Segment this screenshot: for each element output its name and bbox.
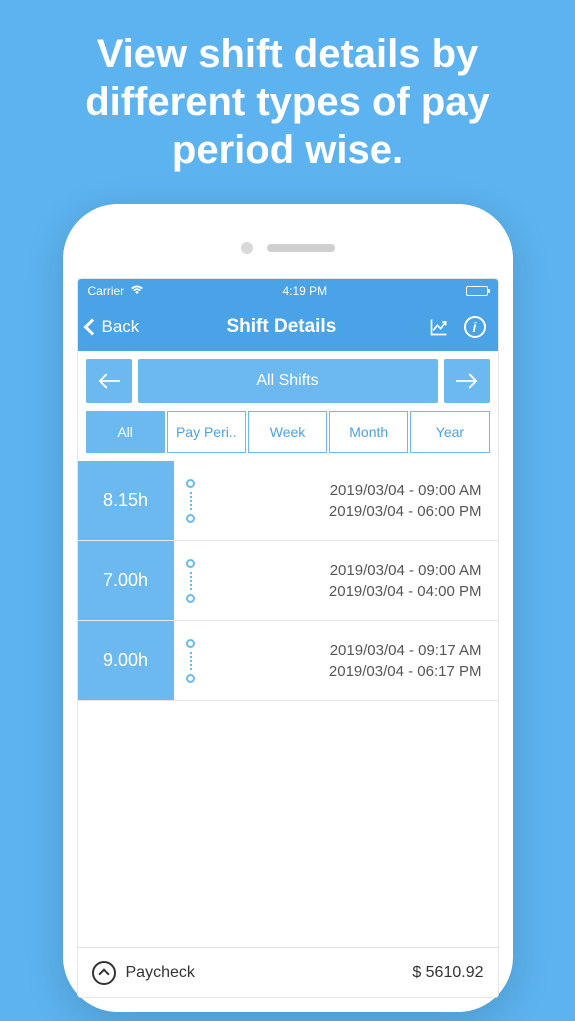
shift-times: 2019/03/04 - 09:17 AM 2019/03/04 - 06:17… xyxy=(208,621,498,700)
footer-bar[interactable]: Paycheck $ 5610.92 xyxy=(78,947,498,997)
shift-row[interactable]: 7.00h 2019/03/04 - 09:00 AM 2019/03/04 -… xyxy=(78,541,498,621)
screen: Carrier 4:19 PM Back Shift Details i xyxy=(77,278,499,998)
page-title: Shift Details xyxy=(145,316,417,338)
footer-amount: $ 5610.92 xyxy=(412,964,483,982)
shift-hours: 7.00h xyxy=(78,541,174,620)
timeline-icon xyxy=(174,461,208,540)
shift-row[interactable]: 9.00h 2019/03/04 - 09:17 AM 2019/03/04 -… xyxy=(78,621,498,701)
shift-end: 2019/03/04 - 04:00 PM xyxy=(329,583,482,600)
next-button[interactable] xyxy=(444,359,490,403)
tab-pay-period[interactable]: Pay Peri.. xyxy=(167,411,246,453)
shift-times: 2019/03/04 - 09:00 AM 2019/03/04 - 06:00… xyxy=(208,461,498,540)
shift-list: 8.15h 2019/03/04 - 09:00 AM 2019/03/04 -… xyxy=(78,461,498,947)
shift-start: 2019/03/04 - 09:00 AM xyxy=(330,562,482,579)
chevron-left-icon xyxy=(83,319,100,336)
shift-end: 2019/03/04 - 06:17 PM xyxy=(329,663,482,680)
shift-row[interactable]: 8.15h 2019/03/04 - 09:00 AM 2019/03/04 -… xyxy=(78,461,498,541)
shift-start: 2019/03/04 - 09:17 AM xyxy=(330,642,482,659)
shift-hours: 9.00h xyxy=(78,621,174,700)
status-time: 4:19 PM xyxy=(282,284,327,298)
promo-headline: View shift details by different types of… xyxy=(0,0,575,194)
chart-button[interactable] xyxy=(424,312,454,342)
filter-label[interactable]: All Shifts xyxy=(138,359,438,403)
status-bar: Carrier 4:19 PM xyxy=(78,279,498,303)
info-button[interactable]: i xyxy=(460,312,490,342)
timeline-icon xyxy=(174,621,208,700)
wifi-icon xyxy=(130,284,144,298)
shift-hours: 8.15h xyxy=(78,461,174,540)
tab-month[interactable]: Month xyxy=(329,411,408,453)
tabs: All Pay Peri.. Week Month Year xyxy=(78,411,498,461)
phone-top xyxy=(77,218,499,278)
chart-icon xyxy=(429,317,449,337)
back-button[interactable]: Back xyxy=(86,317,140,337)
shift-start: 2019/03/04 - 09:00 AM xyxy=(330,482,482,499)
battery-icon xyxy=(466,286,488,296)
footer-label: Paycheck xyxy=(126,964,403,982)
prev-button[interactable] xyxy=(86,359,132,403)
back-label: Back xyxy=(102,317,140,337)
expand-up-icon xyxy=(92,961,116,985)
phone-frame: Carrier 4:19 PM Back Shift Details i xyxy=(63,204,513,1012)
tab-all[interactable]: All xyxy=(86,411,165,453)
timeline-icon xyxy=(174,541,208,620)
tab-week[interactable]: Week xyxy=(248,411,327,453)
shift-times: 2019/03/04 - 09:00 AM 2019/03/04 - 04:00… xyxy=(208,541,498,620)
tab-year[interactable]: Year xyxy=(410,411,489,453)
carrier-label: Carrier xyxy=(88,284,125,298)
shift-end: 2019/03/04 - 06:00 PM xyxy=(329,503,482,520)
camera-icon xyxy=(241,242,253,254)
arrow-left-icon xyxy=(98,373,120,389)
nav-bar: Back Shift Details i xyxy=(78,303,498,351)
filter-row: All Shifts xyxy=(78,351,498,411)
arrow-right-icon xyxy=(456,373,478,389)
info-icon: i xyxy=(464,316,486,338)
speaker-icon xyxy=(267,244,335,252)
